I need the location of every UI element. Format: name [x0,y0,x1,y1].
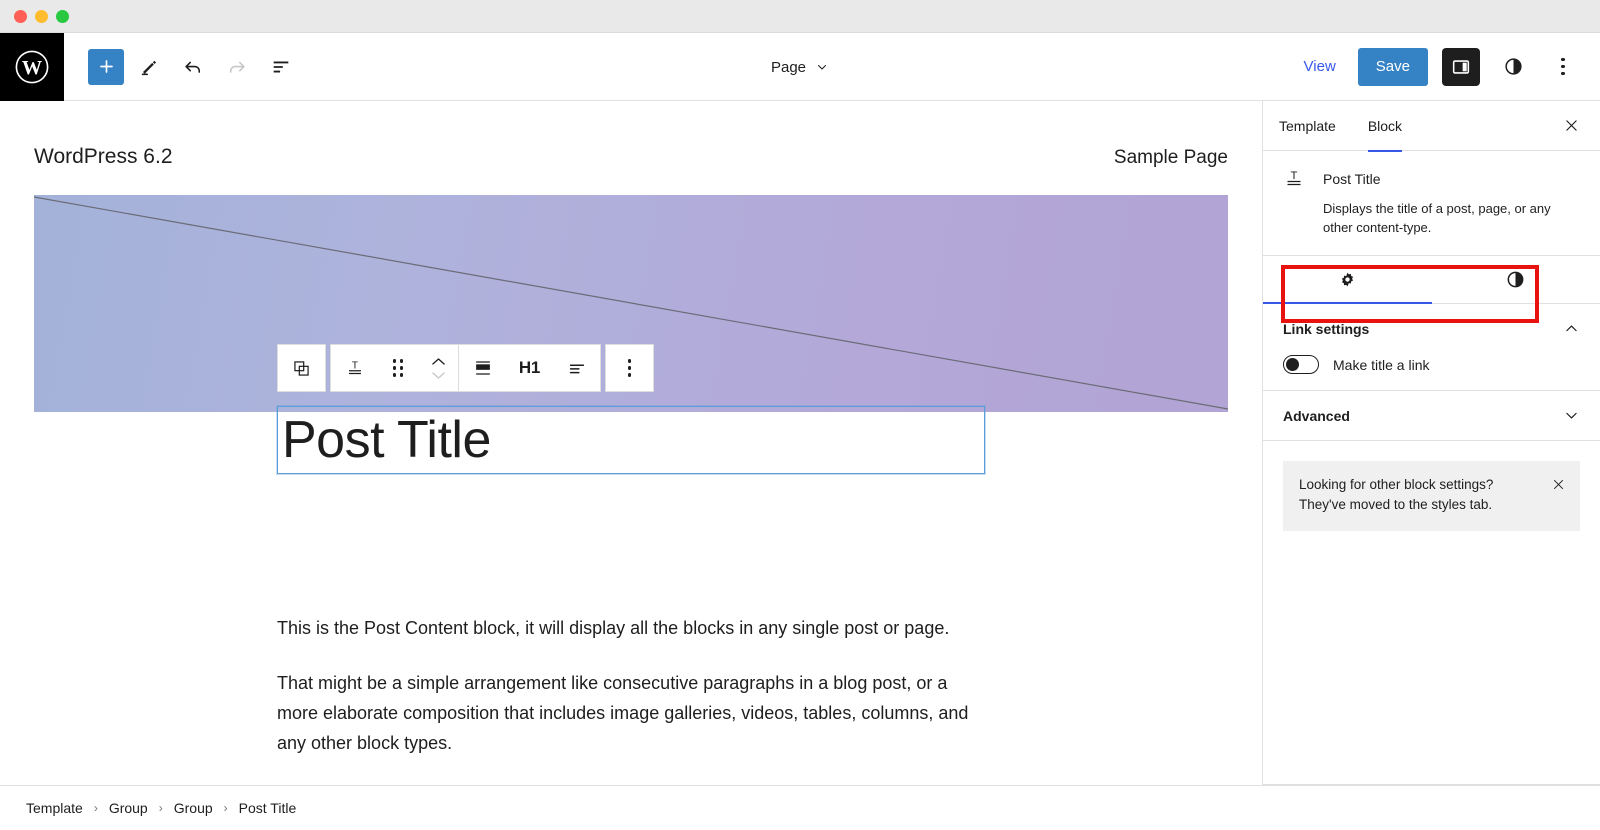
block-name-label: Post Title [1323,171,1381,187]
chevron-up-down-icon [431,357,446,380]
breadcrumb-separator: › [93,801,98,815]
save-button[interactable]: Save [1357,47,1428,86]
edit-tool-button[interactable] [130,48,168,86]
block-type-button[interactable]: T [331,345,378,391]
window-minimize-button[interactable] [35,9,48,23]
kebab-dot [1561,71,1565,76]
window-close-button[interactable] [14,9,27,23]
tab-block[interactable]: Block [1352,101,1418,152]
content-paragraph: That might be a simple arrangement like … [277,673,969,753]
list-view-button[interactable] [262,48,300,86]
toolbar-left-tools [64,48,300,86]
select-parent-block-button[interactable] [278,345,325,391]
toggle-knob [1286,358,1299,371]
panel-link-settings-header[interactable]: Link settings [1283,320,1580,337]
post-title-text: Post Title [282,411,491,469]
add-block-button[interactable] [88,48,124,85]
chevron-up-icon [1566,325,1577,332]
post-title-block[interactable]: Post Title [276,405,986,475]
move-up-down-buttons[interactable] [418,345,458,391]
text-align-button[interactable] [553,345,600,391]
styles-tab[interactable] [1432,256,1600,303]
settings-sidebar-toggle[interactable] [1442,47,1480,86]
breadcrumb-item-template[interactable]: Template [26,800,83,816]
more-options-button[interactable] [1546,48,1580,86]
panel-link-settings: Link settings Make title a link [1263,304,1600,391]
editor-toolbar: W Page View Save [0,32,1600,101]
settings-tab[interactable] [1263,256,1432,304]
heading-level-button[interactable]: H1 [506,345,553,391]
panel-title: Advanced [1283,407,1350,424]
make-title-a-link-toggle[interactable] [1283,355,1319,374]
breadcrumb-separator: › [158,801,163,815]
styles-toggle-button[interactable] [1494,48,1532,86]
breadcrumb-item-group-1[interactable]: Group [109,800,148,816]
align-icon [475,361,490,375]
drag-dots-icon [392,359,404,377]
kebab-dot [1561,64,1565,69]
panel-title: Link settings [1283,320,1370,337]
heading-level-label: H1 [518,358,541,377]
close-icon [1553,479,1564,490]
tab-block-label: Block [1367,117,1403,134]
gear-icon [1341,272,1353,287]
undo-button[interactable] [174,48,212,86]
breadcrumb-separator: › [223,801,228,815]
drag-handle[interactable] [378,345,418,391]
toolbar-right-tools: View Save [1296,47,1600,86]
contrast-icon [1507,271,1524,288]
block-info-card: T Post Title Displays the title of a pos… [1263,151,1600,256]
svg-text:W: W [22,56,42,78]
svg-text:T: T [1291,170,1298,182]
notice-close-button[interactable] [1551,477,1566,497]
window-maximize-button[interactable] [56,9,69,23]
notice-text: Looking for other block settings? They'v… [1299,477,1494,512]
block-parent-group [277,344,326,392]
make-title-a-link-row: Make title a link [1283,355,1580,374]
text-align-icon [569,364,584,374]
sidebar-tabs: Template Block [1263,101,1600,152]
panel-advanced: Advanced [1263,391,1600,441]
block-description: Displays the title of a post, page, or a… [1323,201,1551,235]
close-icon [1565,120,1577,131]
tab-template[interactable]: Template [1263,101,1352,151]
post-content-block[interactable]: This is the Post Content block, it will … [277,613,977,783]
document-type-label: Page [770,58,807,76]
view-link[interactable]: View [1296,54,1344,79]
redo-button[interactable] [218,48,256,86]
post-title-icon: T [1287,170,1301,186]
tab-template-label: Template [1279,117,1336,134]
block-options-button[interactable] [606,345,653,391]
svg-text:T: T [351,360,357,371]
site-header: WordPress 6.2 Sample Page [0,101,1262,169]
site-title: WordPress 6.2 [34,145,173,168]
site-nav-item[interactable]: Sample Page [1114,147,1228,169]
chevron-down-icon [1566,412,1577,419]
window-titlebar [0,0,1600,33]
align-button[interactable] [459,345,506,391]
parent-block-icon [294,360,309,376]
styles-moved-notice: Looking for other block settings? They'v… [1283,461,1580,531]
post-title-icon: T [348,360,361,375]
content-paragraph: This is the Post Content block, it will … [277,618,950,638]
close-sidebar-button[interactable] [1556,111,1586,141]
breadcrumb-item-post-title[interactable]: Post Title [239,800,297,816]
wordpress-logo[interactable]: W [0,32,64,101]
block-toolbar: T H1 [277,344,654,392]
document-type-dropdown[interactable]: Page [761,53,839,82]
breadcrumb-item-group-2[interactable]: Group [174,800,213,816]
block-options-group [605,344,654,392]
wordpress-site-editor: W Page View Save WordPress 6.2 Sample Pa… [0,0,1600,830]
sidebar-subtabs [1263,256,1600,304]
panel-advanced-header[interactable]: Advanced [1283,407,1580,424]
settings-sidebar: Template Block T Post Title Displays the… [1262,101,1600,785]
chevron-down-icon [817,65,827,70]
make-title-a-link-label: Make title a link [1333,356,1430,373]
kebab-icon [613,349,647,387]
block-move-group: T H1 [330,344,601,392]
breadcrumb: Template › Group › Group › Post Title [0,785,1600,830]
kebab-dot [1561,57,1565,62]
